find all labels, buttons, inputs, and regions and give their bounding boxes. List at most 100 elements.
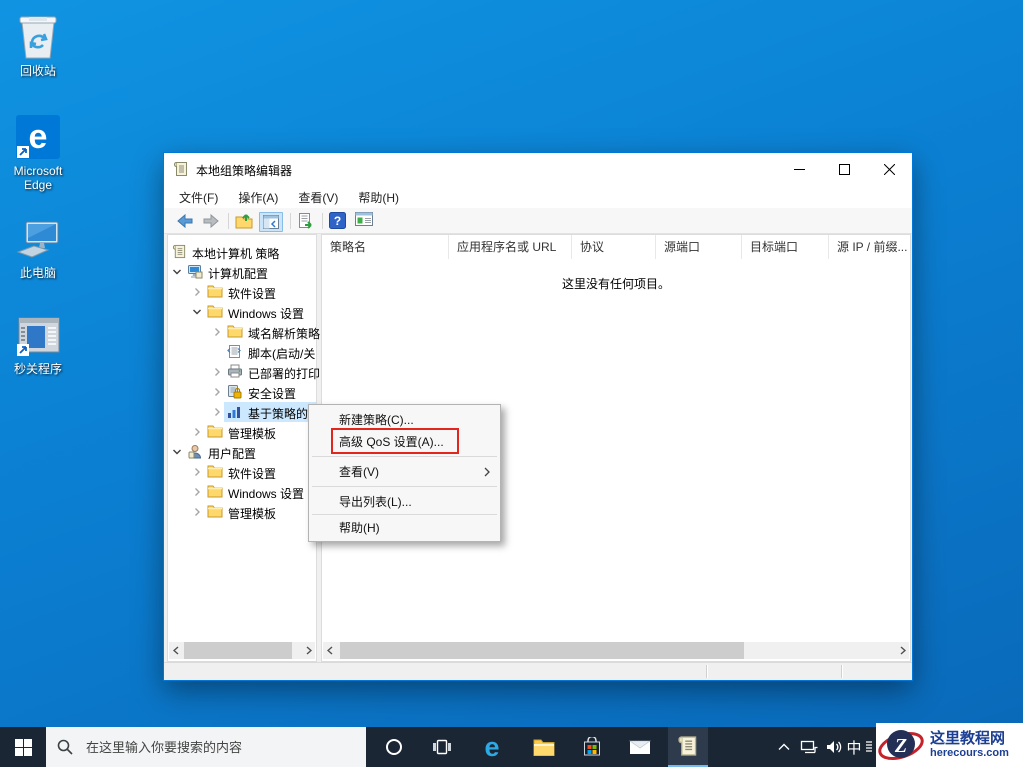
scroll-left-arrow-icon[interactable] [323, 642, 336, 659]
taskbar-edge-button[interactable]: e [474, 727, 510, 767]
desktop-icon-label: Microsoft Edge [13, 164, 63, 192]
context-menu-separator [312, 486, 497, 487]
watermark-site-name: 这里教程网 [930, 730, 1006, 747]
tree-item-local-computer-policy[interactable]: 本地计算机 策略 [168, 242, 316, 262]
ime-indicator: 中 [846, 739, 862, 757]
desktop-icon-microsoft-edge[interactable]: e Microsoft Edge [0, 110, 76, 192]
column-header-policy-name[interactable]: 策略名 [322, 235, 449, 259]
this-pc-icon [0, 212, 76, 262]
tree-item-computer-configuration[interactable]: 计算机配置 [168, 262, 316, 282]
console-window-icon[interactable] [355, 212, 373, 226]
tree-item-software-settings-user[interactable]: 软件设置 [168, 462, 316, 482]
tree-item-name-resolution-policy[interactable]: 域名解析策略 [168, 322, 320, 342]
folder-icon [207, 424, 223, 438]
chevron-closed-icon[interactable] [212, 327, 222, 337]
menu-action[interactable]: 操作(A) [228, 186, 288, 209]
qos-bar-chart-icon [227, 404, 242, 419]
tree-item-windows-settings[interactable]: Windows 设置 [168, 302, 316, 322]
tree-item-administrative-templates[interactable]: 管理模板 [168, 422, 316, 442]
tree-item-windows-settings-user[interactable]: Windows 设置 [168, 482, 316, 502]
window-title: 本地组策略编辑器 [196, 164, 293, 178]
close-button[interactable] [867, 153, 912, 185]
tree-item-security-settings[interactable]: 安全设置 [168, 382, 316, 402]
tree-item-deployed-printers[interactable]: 已部署的打印 [168, 362, 320, 382]
task-view-button[interactable] [424, 727, 460, 767]
status-bar-divider [841, 665, 842, 678]
column-header-dest-port[interactable]: 目标端口 [742, 235, 829, 259]
back-icon[interactable] [176, 212, 194, 230]
scroll-right-arrow-icon[interactable] [302, 642, 315, 659]
windows-logo-icon [14, 738, 32, 756]
chevron-closed-icon[interactable] [212, 387, 222, 397]
tray-network-button[interactable] [796, 727, 822, 767]
context-menu-separator [312, 514, 497, 515]
context-menu-item-export-list[interactable]: 导出列表(L)... [310, 491, 499, 513]
column-header-source-ip-prefix[interactable]: 源 IP / 前缀... [829, 235, 910, 259]
app-window-icon [0, 308, 76, 358]
forward-icon[interactable] [202, 212, 220, 230]
site-watermark: Z 这里教程网 herecours.com [876, 723, 1023, 767]
chevron-closed-icon[interactable] [212, 407, 222, 417]
tray-ime-button[interactable]: 中 [842, 727, 866, 767]
minimize-button[interactable] [777, 153, 822, 185]
chevron-open-icon[interactable] [192, 307, 202, 317]
up-one-level-icon[interactable] [235, 212, 253, 230]
tree-horizontal-scrollbar[interactable] [169, 642, 315, 659]
scroll-left-arrow-icon[interactable] [169, 642, 182, 659]
local-group-policy-editor-window: 本地组策略编辑器 文件(F) 操作(A) 查看(V) 帮助(H) ? 本地计算机… [163, 152, 913, 681]
computer-icon [187, 264, 203, 279]
scroll-right-arrow-icon[interactable] [896, 642, 909, 659]
chevron-closed-icon[interactable] [192, 507, 202, 517]
menu-view[interactable]: 查看(V) [288, 186, 348, 209]
context-menu-item-view[interactable]: 查看(V) [310, 461, 499, 483]
script-icon [227, 344, 241, 359]
toolbar: ? [164, 208, 912, 234]
start-button[interactable] [0, 727, 46, 767]
desktop-icon-recycle-bin[interactable]: 回收站 [0, 10, 76, 78]
maximize-button[interactable] [822, 153, 867, 185]
microsoft-store-icon [582, 737, 602, 757]
taskbar-search-input[interactable] [46, 727, 366, 767]
tree-item-scripts[interactable]: 脚本(启动/关 [168, 342, 316, 362]
chevron-open-icon[interactable] [172, 267, 182, 277]
taskbar-mail-button[interactable] [622, 727, 658, 767]
chevron-closed-icon[interactable] [212, 367, 222, 377]
title-bar[interactable]: 本地组策略编辑器 [164, 153, 912, 186]
chevron-open-icon[interactable] [172, 447, 182, 457]
tree-item-user-configuration[interactable]: 用户配置 [168, 442, 316, 462]
column-header-protocol[interactable]: 协议 [572, 235, 656, 259]
context-menu-separator [312, 456, 497, 457]
folder-icon [227, 324, 243, 338]
help-icon[interactable]: ? [329, 212, 346, 229]
export-list-icon[interactable] [297, 212, 315, 230]
scrollbar-thumb[interactable] [184, 642, 292, 659]
taskbar-store-button[interactable] [574, 727, 610, 767]
status-bar-divider [706, 665, 707, 678]
folder-icon [207, 284, 223, 298]
chevron-closed-icon[interactable] [192, 427, 202, 437]
cortana-button[interactable] [376, 727, 412, 767]
column-header-source-port[interactable]: 源端口 [656, 235, 742, 259]
list-horizontal-scrollbar[interactable] [323, 642, 909, 659]
tree-item-policy-based-qos[interactable]: 基于策略的 [168, 402, 316, 422]
chevron-closed-icon[interactable] [192, 467, 202, 477]
gpedit-scroll-icon [677, 734, 699, 758]
folder-icon [207, 464, 223, 478]
show-console-tree-icon[interactable] [259, 212, 283, 232]
scrollbar-thumb[interactable] [340, 642, 744, 659]
desktop-icon-this-pc[interactable]: 此电脑 [0, 212, 76, 280]
tray-show-hidden-icons-button[interactable] [772, 727, 796, 767]
gpedit-scroll-icon [172, 244, 187, 259]
tree-item-software-settings[interactable]: 软件设置 [168, 282, 316, 302]
column-header-app-name-url[interactable]: 应用程序名或 URL [449, 235, 572, 259]
menu-file[interactable]: 文件(F) [169, 186, 228, 209]
desktop-icon-miaoguan-app[interactable]: 秒关程序 [0, 308, 76, 376]
chevron-closed-icon[interactable] [192, 487, 202, 497]
tree-item-administrative-templates-user[interactable]: 管理模板 [168, 502, 316, 522]
menu-help[interactable]: 帮助(H) [348, 186, 409, 209]
folder-icon [207, 484, 223, 498]
taskbar-file-explorer-button[interactable] [526, 727, 562, 767]
context-menu-item-help[interactable]: 帮助(H) [310, 517, 499, 539]
taskbar-gpedit-button-active[interactable] [668, 727, 708, 767]
chevron-closed-icon[interactable] [192, 287, 202, 297]
